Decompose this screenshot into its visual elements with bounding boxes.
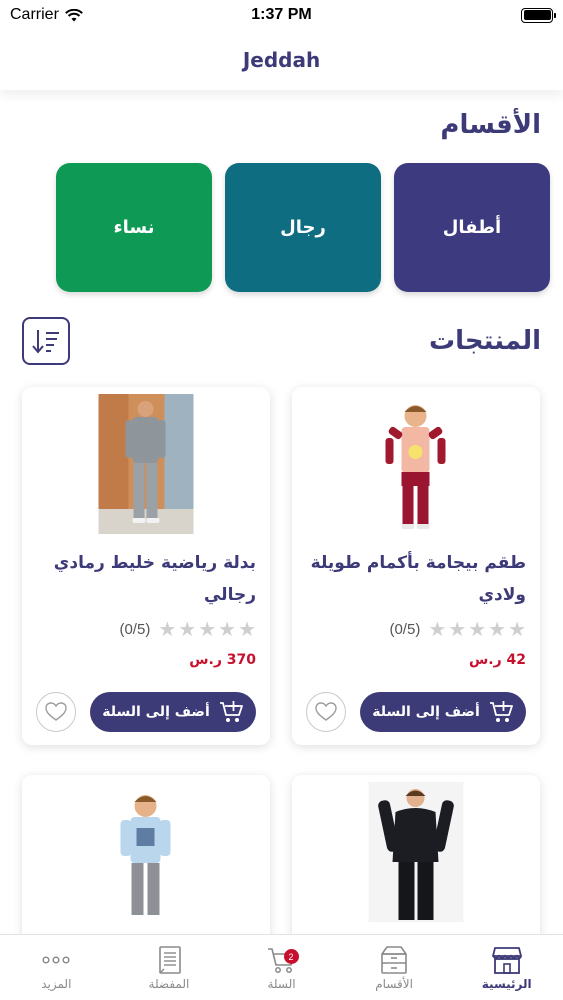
categories-heading: الأقسام — [440, 110, 541, 140]
star-icon: ★ — [448, 617, 467, 641]
tab-categories[interactable]: الأقسام — [338, 935, 451, 1000]
product-image-kid-pajama — [368, 394, 464, 534]
tab-favorites[interactable]: المفضلة — [113, 935, 226, 1000]
category-women-tile[interactable]: نساء — [56, 163, 212, 292]
product-price: 370 ر.س — [189, 652, 256, 668]
product-rating: ★ ★ ★ ★ ★ (0/5) — [119, 619, 256, 639]
product-price: 42 ر.س — [468, 652, 526, 668]
cart-badge: 2 — [283, 949, 299, 964]
favorite-button[interactable] — [36, 692, 76, 732]
add-to-cart-button[interactable]: أضف إلى السلة — [360, 692, 526, 732]
star-icon: ★ — [158, 617, 177, 641]
page-title: Jeddah — [242, 48, 321, 72]
category-men-label: رجال — [280, 217, 326, 238]
tab-categories-label: الأقسام — [375, 977, 413, 991]
tab-home[interactable]: الرئيسية — [450, 935, 563, 1000]
navigation-bar: Jeddah — [0, 30, 563, 90]
star-icon: ★ — [218, 617, 237, 641]
heart-icon — [45, 702, 67, 721]
status-bar: Carrier 1:37 PM — [0, 0, 563, 30]
product-card-tracksuit[interactable]: بدلة رياضية خليط رمادي رجالي ★ ★ ★ ★ ★ (… — [22, 387, 270, 745]
tab-cart-label: السلة — [267, 977, 296, 991]
tab-more[interactable]: المزيد — [0, 935, 113, 1000]
box-icon — [381, 946, 407, 974]
category-kids-tile[interactable]: أطفال — [394, 163, 550, 292]
star-icon: ★ — [178, 617, 197, 641]
store-icon — [491, 947, 522, 974]
category-kids-label: أطفال — [442, 217, 502, 238]
product-card-pajama[interactable]: طقم بيجامة بأكمام طويلة ولادي ★ ★ ★ ★ ★ … — [292, 387, 540, 745]
status-left: Carrier — [10, 6, 83, 24]
more-icon — [42, 956, 70, 964]
star-icon: ★ — [488, 617, 507, 641]
tab-cart[interactable]: 2 السلة — [225, 935, 338, 1000]
cart-plus-icon — [489, 701, 513, 722]
tab-home-label: الرئيسية — [481, 977, 532, 991]
sort-button[interactable] — [22, 317, 70, 365]
tab-favorites-label: المفضلة — [148, 977, 190, 991]
wifi-icon — [64, 8, 83, 21]
tab-more-label: المزيد — [41, 977, 72, 991]
product-image-kid-sweatshirt — [98, 782, 194, 922]
carrier-label: Carrier — [10, 6, 59, 23]
product-name[interactable]: طقم بيجامة بأكمام طويلة ولادي — [302, 547, 526, 611]
tab-bar: الرئيسية الأقسام 2 السلة المفضلة المزيد — [0, 934, 563, 1000]
add-to-cart-label: أضف إلى السلة — [102, 704, 210, 720]
category-men-tile[interactable]: رجال — [225, 163, 381, 292]
heart-icon — [315, 702, 337, 721]
add-to-cart-label: أضف إلى السلة — [372, 704, 480, 720]
product-rating: ★ ★ ★ ★ ★ (0/5) — [389, 619, 526, 639]
star-icon: ★ — [238, 617, 256, 641]
category-women-label: نساء — [113, 217, 155, 238]
star-icon: ★ — [198, 617, 217, 641]
rating-text: (0/5) — [119, 620, 151, 638]
status-time: 1:37 PM — [251, 6, 312, 23]
cart-plus-icon — [219, 701, 243, 722]
product-name[interactable]: بدلة رياضية خليط رمادي رجالي — [32, 547, 256, 611]
star-icon: ★ — [468, 617, 487, 641]
star-icon: ★ — [428, 617, 447, 641]
rating-text: (0/5) — [389, 620, 421, 638]
product-image-black-hoodie — [368, 782, 464, 922]
favorite-button[interactable] — [306, 692, 346, 732]
star-icon: ★ — [508, 617, 526, 641]
add-to-cart-button[interactable]: أضف إلى السلة — [90, 692, 256, 732]
product-image-gray-tracksuit — [98, 394, 194, 534]
sort-icon — [32, 330, 59, 354]
products-heading: المنتجات — [429, 326, 541, 356]
battery-icon — [521, 7, 556, 23]
list-icon — [159, 946, 181, 974]
